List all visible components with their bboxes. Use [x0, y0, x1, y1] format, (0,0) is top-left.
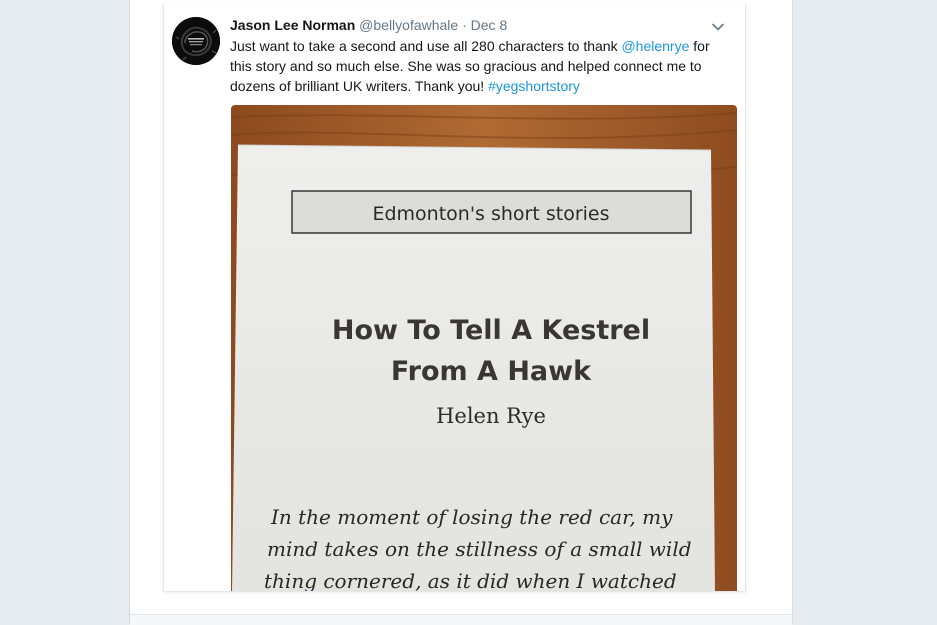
timeline-column: Jason Lee Norman @bellyofawhale · Dec 8 …: [129, 0, 793, 625]
user-handle[interactable]: @bellyofawhale: [359, 17, 458, 33]
tweet-card[interactable]: Jason Lee Norman @bellyofawhale · Dec 8 …: [163, 4, 746, 592]
tweet-timestamp[interactable]: Dec 8: [471, 17, 508, 33]
photo-author: Helen Rye: [436, 404, 546, 428]
photo-body-line1: In the moment of losing the red car, my: [270, 505, 673, 529]
photo-title-line1: How To Tell A Kestrel: [332, 315, 650, 346]
user-avatar[interactable]: [172, 17, 220, 65]
tweet-text: Just want to take a second and use all 2…: [230, 36, 735, 96]
photo-body-line3: thing cornered, as it did when I watched: [264, 569, 677, 591]
photo-image: Edmonton's short stories How To Tell A K…: [231, 105, 737, 591]
photo-header-box-text: Edmonton's short stories: [372, 203, 609, 225]
photo-body-line2: mind takes on the stillness of a small w…: [267, 537, 692, 561]
ink-splash-logo-icon: [172, 17, 220, 65]
tweet-text-part-1: Just want to take a second and use all 2…: [230, 38, 622, 54]
chevron-down-icon[interactable]: [711, 20, 725, 34]
tweet-header: Jason Lee Norman @bellyofawhale · Dec 8: [230, 16, 735, 36]
separator-dot: ·: [462, 17, 467, 33]
tweet-photo[interactable]: Edmonton's short stories How To Tell A K…: [231, 105, 737, 591]
display-name[interactable]: Jason Lee Norman: [230, 17, 355, 33]
mention-link[interactable]: @helenrye: [621, 38, 689, 54]
hashtag-link[interactable]: #yegshortstory: [488, 78, 580, 94]
timeline-next-item-edge: [130, 614, 792, 625]
photo-title-line2: From A Hawk: [391, 356, 592, 387]
